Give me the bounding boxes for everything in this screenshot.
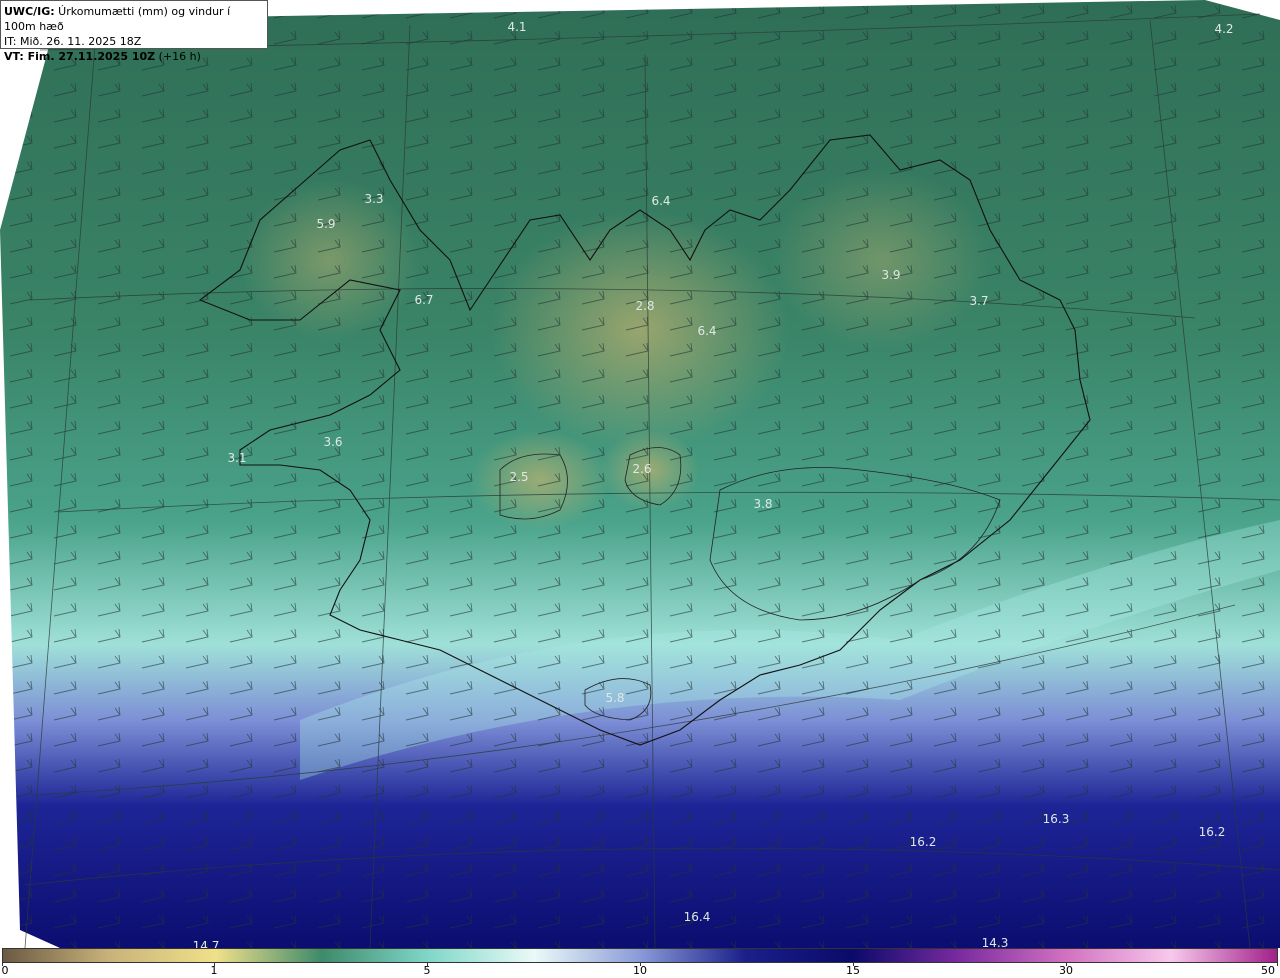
value-label: 16.3 xyxy=(1042,812,1070,826)
value-label: 3.8 xyxy=(753,497,773,511)
value-label: 6.4 xyxy=(651,194,671,208)
value-label: 6.4 xyxy=(697,324,717,338)
colorbar-gradient xyxy=(2,948,1278,963)
value-label: 6.7 xyxy=(414,293,434,307)
colorbar-tick-label: 50 xyxy=(1261,964,1275,977)
value-label: 16.2 xyxy=(1198,825,1226,839)
initial-time: IT: Mið. 26. 11. 2025 18Z xyxy=(4,35,142,48)
value-label: 3.9 xyxy=(881,268,901,282)
value-label: 5.9 xyxy=(316,217,336,231)
value-label: 3.6 xyxy=(323,435,343,449)
value-label: 2.5 xyxy=(509,470,529,484)
value-label: 5.8 xyxy=(605,691,625,705)
valid-time: VT: Fim. 27.11.2025 10Z (+16 h) xyxy=(4,50,201,63)
value-label: 3.7 xyxy=(969,294,989,308)
colorbar-tick-label: 5 xyxy=(423,964,431,977)
colorbar-tick-label: 30 xyxy=(1059,964,1073,977)
product-title: UWC/IG: Úrkomumætti (mm) og vindur í 100… xyxy=(4,5,231,33)
forecast-info-box: UWC/IG: Úrkomumætti (mm) og vindur í 100… xyxy=(0,0,268,63)
colorbar-tick-label: 10 xyxy=(633,964,647,977)
value-label: 4.2 xyxy=(1214,22,1234,36)
value-label: 16.4 xyxy=(683,910,711,924)
value-label: 16.2 xyxy=(909,835,937,849)
value-label: 2.8 xyxy=(635,299,655,313)
colorbar: 0 1 5 10 15 30 50 xyxy=(0,948,1280,978)
value-label: 4.1 xyxy=(507,20,527,34)
colorbar-tick-label: 0 xyxy=(1,964,9,977)
value-label: 3.1 xyxy=(227,451,247,465)
colorbar-tick-label: 15 xyxy=(846,964,860,977)
value-label: 3.3 xyxy=(364,192,384,206)
colorbar-tick-label: 1 xyxy=(210,964,218,977)
value-label: 2.6 xyxy=(632,462,652,476)
